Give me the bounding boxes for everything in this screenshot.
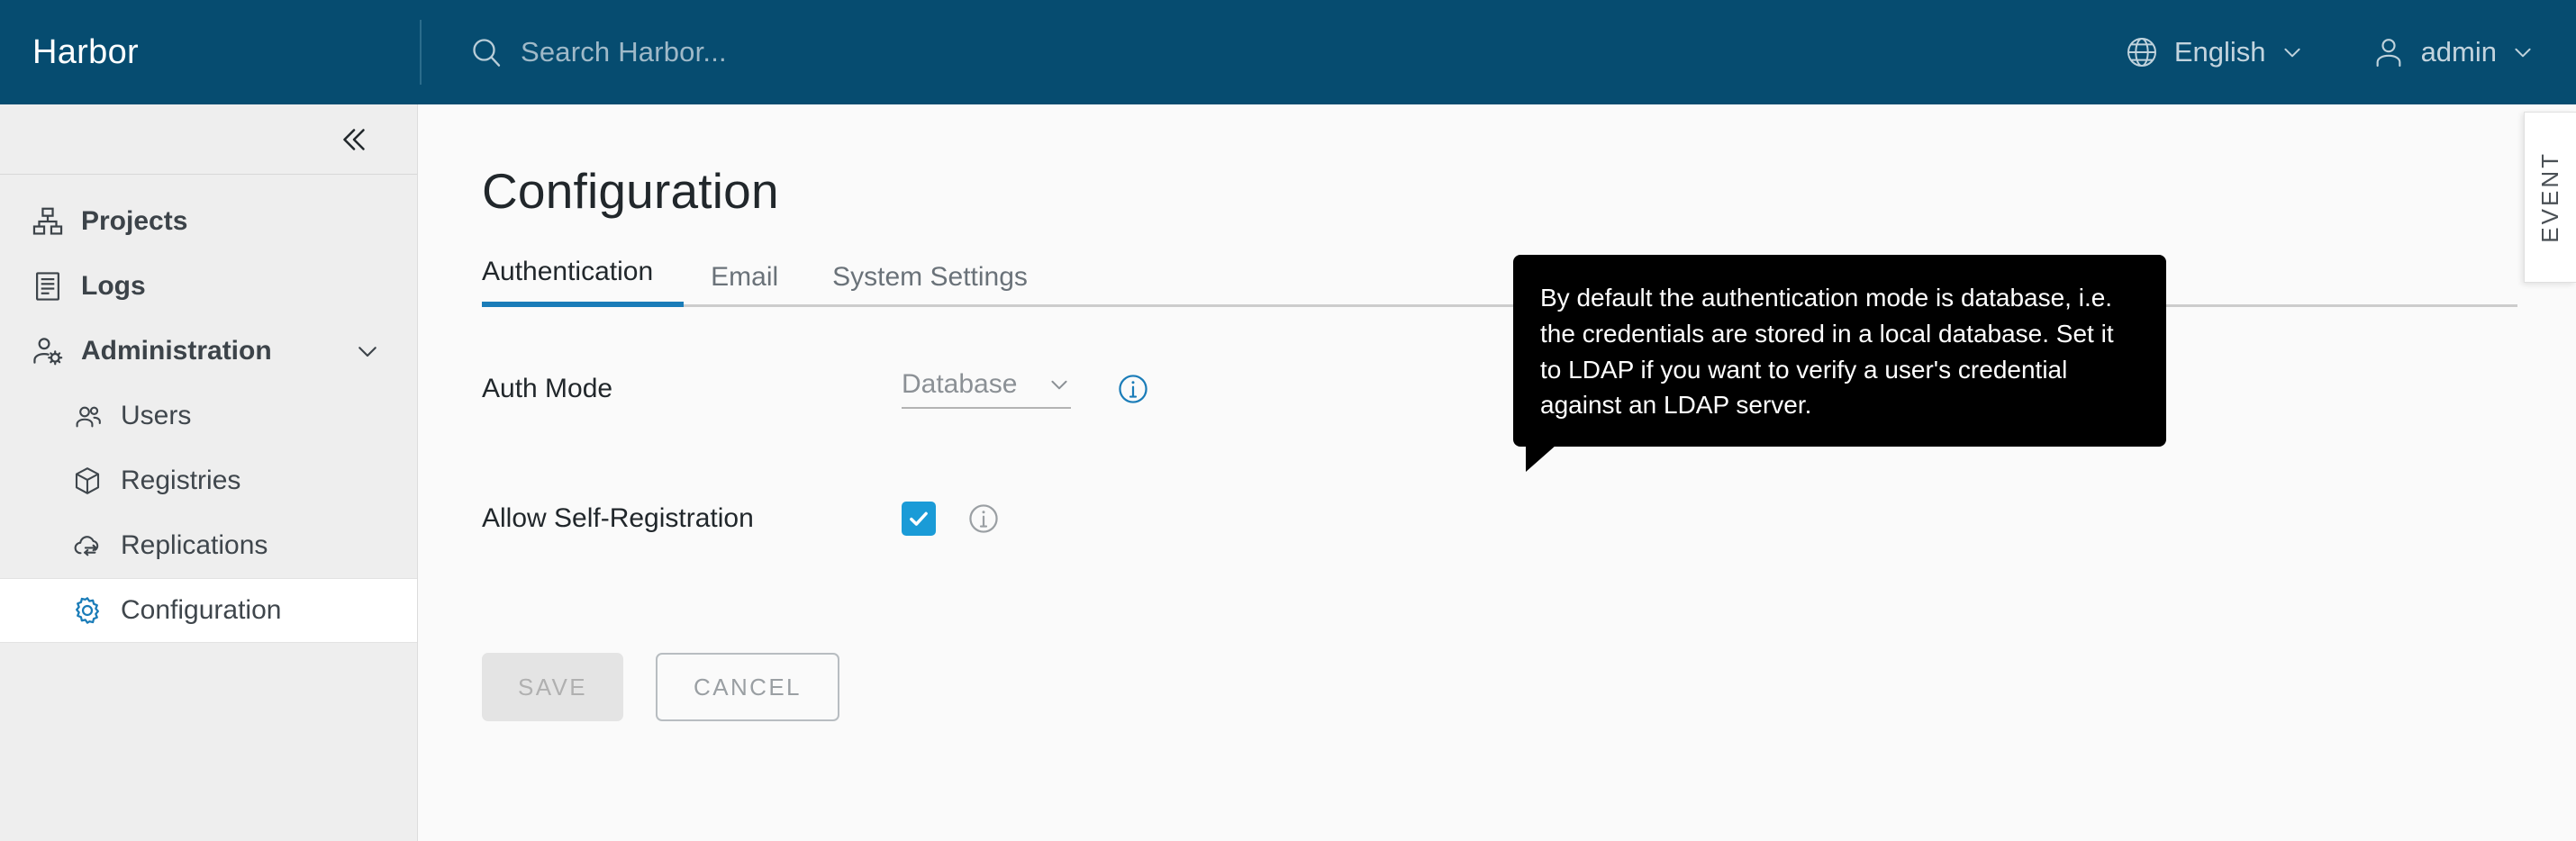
main-content: Configuration Authentication Email Syste… [419,104,2576,841]
language-selector[interactable]: English [2124,34,2304,70]
sidebar-item-label: Projects [81,206,188,236]
administration-icon [31,334,65,368]
chevron-down-icon [2515,48,2531,58]
self-registration-row: Allow Self-Registration [482,491,2576,547]
user-icon [2376,39,2400,68]
top-header: Harbor English [0,0,2576,104]
save-button[interactable]: SAVE [482,653,624,721]
sidebar: Projects Logs Administration Users Regis… [0,104,418,841]
language-label: English [2173,36,2266,68]
chevron-down-icon [1051,380,1067,390]
app-brand-title[interactable]: Harbor [32,33,139,72]
sidebar-item-projects[interactable]: Projects [0,189,417,254]
search-input[interactable] [520,36,1205,68]
gear-icon [70,593,104,628]
chevron-down-icon[interactable] [354,338,381,365]
sidebar-item-label: Users [121,401,192,430]
sidebar-item-administration[interactable]: Administration [0,319,417,384]
tooltip-tail [1526,445,1556,472]
sidebar-item-users[interactable]: Users [0,384,417,448]
logs-icon [31,269,65,303]
page-title: Configuration [482,163,779,219]
sidebar-nav: Projects Logs Administration Users Regis… [0,175,417,643]
header-actions: English admin [2124,34,2535,70]
cancel-button[interactable]: CANCEL [656,653,839,721]
sidebar-item-replications[interactable]: Replications [0,513,417,578]
sidebar-item-configuration[interactable]: Configuration [0,578,417,643]
tab-system-settings[interactable]: System Settings [805,262,1055,307]
user-label: admin [2420,36,2497,68]
info-icon[interactable] [966,502,1001,536]
chevron-down-icon [2284,48,2300,58]
event-tab-label: EVENT [2536,151,2563,243]
check-icon [910,511,928,526]
sidebar-item-label: Administration [81,336,272,366]
authentication-form: Auth Mode Database Allow Self-Registrati… [419,361,2576,721]
sidebar-item-label: Configuration [121,595,282,625]
search-icon [473,39,501,67]
tab-email[interactable]: Email [684,262,805,307]
users-icon [70,399,104,433]
harbor-app: Harbor English [0,0,2576,841]
header-divider [419,20,422,85]
sidebar-collapse-row [0,104,417,175]
tooltip-text: By default the authentication mode is da… [1540,284,2114,420]
sidebar-item-label: Logs [81,271,146,301]
auth-mode-value: Database [902,369,1018,399]
sidebar-item-label: Registries [121,466,241,495]
info-icon[interactable] [1116,372,1150,406]
replications-icon [70,529,104,563]
sidebar-item-registries[interactable]: Registries [0,448,417,513]
self-registration-checkbox[interactable] [902,502,936,536]
auth-mode-select[interactable]: Database [902,369,1071,409]
event-tab[interactable]: EVENT [2524,112,2576,283]
self-registration-label: Allow Self-Registration [482,503,754,533]
auth-mode-tooltip: By default the authentication mode is da… [1513,255,2166,472]
auth-mode-label: Auth Mode [482,374,613,403]
sidebar-item-label: Replications [121,530,268,560]
tab-authentication[interactable]: Authentication [482,257,685,307]
projects-icon [31,204,65,239]
form-actions: SAVE CANCEL [482,653,2576,721]
user-menu[interactable]: admin [2371,34,2535,70]
globe-icon [2127,38,2156,67]
global-search[interactable] [468,34,2124,70]
sidebar-item-logs[interactable]: Logs [0,254,417,319]
config-tabs: Authentication Email System Settings [482,254,2517,307]
registries-icon [70,464,104,498]
double-chevron-left-icon[interactable] [338,123,370,156]
